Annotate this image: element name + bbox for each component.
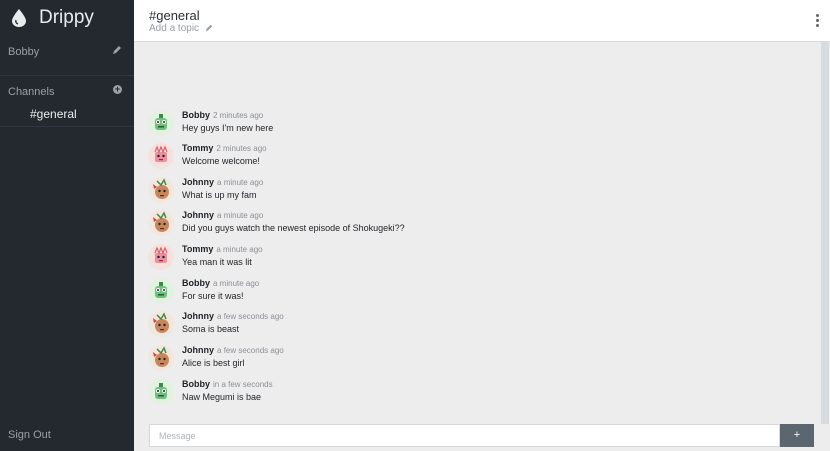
message-time: a minute ago — [216, 245, 263, 254]
message-text: What is up my fam — [182, 190, 257, 200]
sign-out-link[interactable]: Sign Out — [8, 429, 51, 441]
message: Johnny a minute ago What is up my fam — [148, 177, 808, 207]
message-author: Bobby in a few seconds — [182, 379, 273, 389]
message-author: Johnny a minute ago — [182, 210, 264, 220]
message-composer: + — [134, 424, 830, 451]
channel-title: #general — [149, 8, 200, 23]
topic-placeholder: Add a topic — [149, 23, 200, 34]
current-user: Bobby — [0, 44, 134, 76]
send-button[interactable]: + — [780, 424, 814, 447]
message-text: Yea man it was lit — [182, 257, 252, 267]
message-time: a few seconds ago — [217, 312, 284, 321]
message-author: Bobby a minute ago — [182, 278, 260, 288]
message: Tommy a minute ago Yea man it was lit — [148, 244, 808, 274]
add-channel-icon[interactable]: + — [113, 85, 122, 94]
message-author: Johnny a few seconds ago — [182, 311, 284, 321]
message: Johnny a few seconds ago Alice is best gi… — [148, 345, 808, 375]
brown-creature-avatar — [148, 177, 174, 203]
message-author: Tommy 2 minutes ago — [182, 143, 267, 153]
message-author: Johnny a minute ago — [182, 177, 264, 187]
message-author: Bobby 2 minutes ago — [182, 110, 264, 120]
green-creature-avatar — [148, 110, 174, 136]
message-text: Did you guys watch the newest episode of… — [182, 223, 405, 233]
message-author: Tommy a minute ago — [182, 244, 263, 254]
pencil-icon — [205, 25, 213, 32]
message-text: Welcome welcome! — [182, 156, 260, 166]
current-user-name: Bobby — [8, 46, 40, 58]
message: Johnny a few seconds ago Soma is beast — [148, 311, 808, 341]
channels-header: Channels — [8, 86, 55, 98]
message-input[interactable] — [149, 424, 780, 447]
green-creature-avatar — [148, 278, 174, 304]
message-time: a minute ago — [213, 279, 260, 288]
scrollbar[interactable] — [821, 42, 829, 424]
message: Bobby 2 minutes ago Hey guys I'm new here — [148, 110, 808, 140]
message-text: Soma is beast — [182, 324, 240, 334]
message-time: in a few seconds — [213, 380, 273, 389]
sidebar: Drippy Bobby Channels + #general Sign Ou… — [0, 0, 134, 451]
message-author: Johnny a few seconds ago — [182, 345, 284, 355]
message-time: a minute ago — [217, 211, 264, 220]
message-text: Alice is best girl — [182, 358, 245, 368]
green-creature-avatar — [148, 379, 174, 405]
kebab-menu-icon[interactable] — [816, 14, 820, 30]
brown-creature-avatar — [148, 345, 174, 371]
message: Bobby a minute ago For sure it was! — [148, 278, 808, 308]
message-time: a minute ago — [217, 178, 264, 187]
pencil-icon[interactable] — [112, 45, 122, 55]
brand[interactable]: Drippy — [12, 6, 94, 30]
water-drop-icon — [12, 9, 26, 27]
brown-creature-avatar — [148, 311, 174, 337]
channel-header: #general Add a topic — [134, 0, 830, 42]
pink-creature-avatar — [148, 244, 174, 270]
message: Johnny a minute ago Did you guys watch th… — [148, 210, 808, 240]
message: Tommy 2 minutes ago Welcome welcome! — [148, 143, 808, 173]
message-text: Naw Megumi is bae — [182, 392, 262, 402]
message-time: a few seconds ago — [217, 346, 284, 355]
message-text: Hey guys I'm new here — [182, 123, 274, 133]
divider — [0, 126, 134, 127]
channel-item-general[interactable]: #general — [30, 107, 77, 121]
app-name: Drippy — [39, 7, 94, 28]
brown-creature-avatar — [148, 210, 174, 236]
message-time: 2 minutes ago — [216, 144, 267, 153]
message: Bobby in a few seconds Naw Megumi is bae — [148, 379, 808, 409]
add-topic-link[interactable]: Add a topic — [149, 23, 213, 34]
message-list: Bobby 2 minutes ago Hey guys I'm new here… — [134, 42, 818, 424]
message-time: 2 minutes ago — [213, 111, 264, 120]
message-text: For sure it was! — [182, 291, 244, 301]
pink-creature-avatar — [148, 143, 174, 169]
